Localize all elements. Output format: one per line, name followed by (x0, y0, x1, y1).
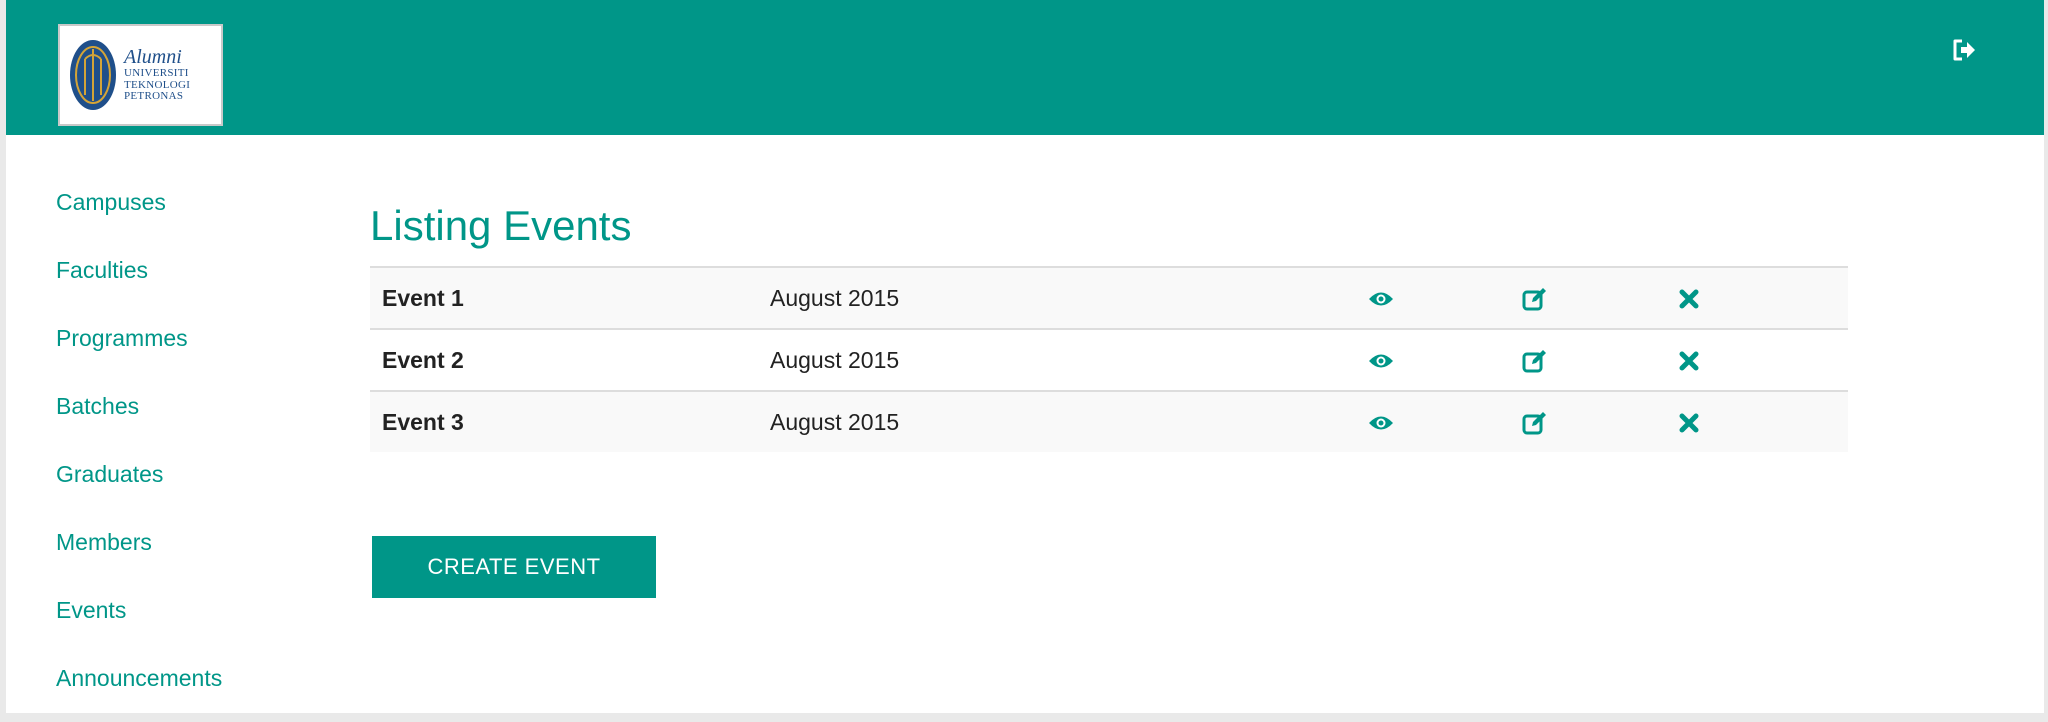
event-name: Event 2 (370, 329, 758, 392)
main-content: Listing Events Event 1 August 2015 Event… (370, 196, 1854, 598)
sidebar-item-campuses[interactable]: Campuses (56, 178, 316, 246)
utp-emblem-icon (70, 40, 116, 110)
edit-icon[interactable] (1522, 287, 1548, 311)
eye-icon[interactable] (1368, 414, 1394, 432)
sidebar-item-graduates[interactable]: Graduates (56, 450, 316, 518)
event-date: August 2015 (758, 391, 1304, 452)
table-row: Event 1 August 2015 (370, 267, 1848, 330)
sidebar-item-members[interactable]: Members (56, 518, 316, 586)
sidebar-nav: Campuses Faculties Programmes Batches Gr… (56, 178, 316, 722)
logo-script: Alumni (124, 46, 182, 69)
event-date: August 2015 (758, 267, 1304, 330)
spacer-cell (1766, 329, 1848, 392)
create-event-button[interactable]: CREATE EVENT (372, 536, 656, 598)
spacer-cell (1766, 391, 1848, 452)
delete-button[interactable] (1612, 267, 1766, 330)
event-name: Event 1 (370, 267, 758, 330)
spacer-cell (1766, 267, 1848, 330)
edit-button[interactable] (1458, 391, 1612, 452)
delete-icon[interactable] (1679, 413, 1699, 433)
delete-button[interactable] (1612, 391, 1766, 452)
edit-icon[interactable] (1522, 411, 1548, 435)
utp-alumni-logo[interactable]: Alumni UNIVERSITI TEKNOLOGI PETRONAS (58, 24, 223, 126)
sidebar-item-announcements[interactable]: Announcements (56, 654, 316, 722)
eye-icon[interactable] (1368, 290, 1394, 308)
edit-button[interactable] (1458, 329, 1612, 392)
delete-button[interactable] (1612, 329, 1766, 392)
events-table: Event 1 August 2015 Event 2 August 2015 … (370, 266, 1848, 452)
delete-icon[interactable] (1679, 289, 1699, 309)
edit-button[interactable] (1458, 267, 1612, 330)
delete-icon[interactable] (1679, 351, 1699, 371)
sign-out-icon[interactable] (1950, 36, 1978, 64)
view-button[interactable] (1304, 391, 1458, 452)
top-header: Alumni UNIVERSITI TEKNOLOGI PETRONAS (6, 0, 2044, 135)
logo-line-1: UNIVERSITI (124, 67, 189, 80)
event-date: August 2015 (758, 329, 1304, 392)
app-frame: Alumni UNIVERSITI TEKNOLOGI PETRONAS Cam… (6, 0, 2044, 713)
sidebar-item-faculties[interactable]: Faculties (56, 246, 316, 314)
sidebar-item-batches[interactable]: Batches (56, 382, 316, 450)
sidebar-item-events[interactable]: Events (56, 586, 316, 654)
page-title: Listing Events (370, 202, 632, 249)
view-button[interactable] (1304, 267, 1458, 330)
sidebar-item-programmes[interactable]: Programmes (56, 314, 316, 382)
logo-text: Alumni UNIVERSITI TEKNOLOGI PETRONAS (124, 47, 190, 103)
edit-icon[interactable] (1522, 349, 1548, 373)
view-button[interactable] (1304, 329, 1458, 392)
table-row: Event 3 August 2015 (370, 391, 1848, 452)
logo-line-3: PETRONAS (124, 90, 184, 103)
eye-icon[interactable] (1368, 352, 1394, 370)
event-name: Event 3 (370, 391, 758, 452)
table-row: Event 2 August 2015 (370, 329, 1848, 392)
